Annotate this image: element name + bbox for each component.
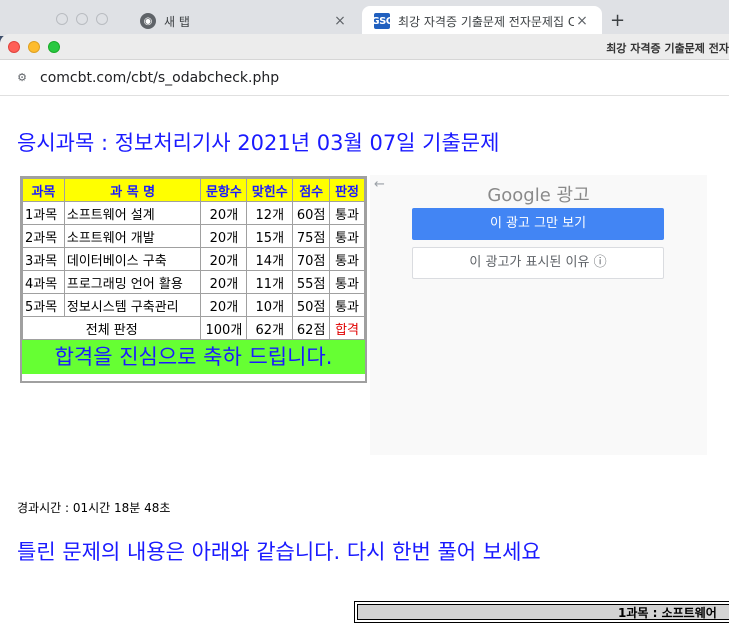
cell-subject-name: 데이터베이스 구축 (63, 247, 202, 271)
cell-score: 50점 (292, 293, 331, 317)
close-icon[interactable]: × (332, 13, 348, 29)
congrats-banner: 합격을 진심으로 축하 드립니다. (22, 340, 365, 374)
cell-questions: 20개 (200, 247, 248, 271)
new-tab-button[interactable]: + (610, 10, 625, 31)
cell-correct: 15개 (246, 224, 294, 248)
total-questions: 100개 (200, 316, 248, 340)
cell-subject-name: 프로그래밍 언어 활용 (63, 270, 202, 294)
cell-correct: 12개 (246, 201, 294, 225)
column-header: 과 목 명 (63, 178, 202, 202)
table-row: 4과목 프로그래밍 언어 활용 20개 11개 55점 통과 (22, 270, 365, 294)
cell-verdict: 통과 (329, 224, 365, 248)
table-header-row: 과목 과 목 명 문항수 맞힌수 점수 판정 (22, 178, 365, 202)
browser-window: 최강 자격증 기출문제 전자 ⚙ comcbt.com/cbt/s_odabch… (0, 34, 729, 641)
close-window-button[interactable] (8, 41, 20, 53)
cell-correct: 11개 (246, 270, 294, 294)
table-row: 2과목 소프트웨어 개발 20개 15개 75점 통과 (22, 224, 365, 248)
page-content: 응시과목 : 정보처리기사 2021년 03월 07일 기출문제 과목 과 목 … (0, 96, 729, 641)
retry-message: 틀린 문제의 내용은 아래와 같습니다. 다시 한번 풀어 보세요 (17, 540, 541, 564)
tab-strip: ◉ 새 탭 × GSC 최강 자격증 기출문제 전자문제집 C × + (0, 0, 729, 36)
subject-section-header: 1과목 : 소프트웨어 (354, 601, 729, 623)
cell-verdict: 통과 (329, 270, 365, 294)
zoom-window-button[interactable] (48, 41, 60, 53)
column-header: 과목 (22, 178, 65, 202)
cell-score: 55점 (292, 270, 331, 294)
cell-questions: 20개 (200, 224, 248, 248)
stop-seeing-ad-button[interactable]: 이 광고 그만 보기 (412, 208, 664, 240)
cell-score: 60점 (292, 201, 331, 225)
result-table-box: 과목 과 목 명 문항수 맞힌수 점수 판정 1과목 소프트웨어 설계 20개 … (20, 176, 367, 383)
cell-score: 70점 (292, 247, 331, 271)
table-row: 1과목 소프트웨어 설계 20개 12개 60점 통과 (22, 201, 365, 225)
cell-subject-name: 소프트웨어 설계 (63, 201, 202, 225)
gsc-favicon-icon: GSC (371, 13, 393, 29)
cell-subject-no: 1과목 (22, 201, 65, 225)
cell-correct: 10개 (246, 293, 294, 317)
cell-correct: 14개 (246, 247, 294, 271)
result-table: 과목 과 목 명 문항수 맞힌수 점수 판정 1과목 소프트웨어 설계 20개 … (21, 178, 365, 340)
url-text[interactable]: comcbt.com/cbt/s_odabcheck.php (40, 70, 279, 86)
tab-title: 새 탭 (164, 14, 190, 29)
total-verdict: 합격 (329, 316, 365, 340)
table-total-row: 전체 판정 100개 62개 62점 합격 (21, 316, 365, 340)
cell-subject-no: 2과목 (22, 224, 65, 248)
cell-subject-name: 정보시스템 구축관리 (63, 293, 202, 317)
cell-verdict: 통과 (329, 247, 365, 271)
cell-subject-no: 4과목 (22, 270, 65, 294)
exam-title: 응시과목 : 정보처리기사 2021년 03월 07일 기출문제 (17, 131, 500, 155)
total-correct: 62개 (246, 316, 294, 340)
cell-questions: 20개 (200, 201, 248, 225)
window-title: 최강 자격증 기출문제 전자 (606, 42, 729, 55)
cell-subject-name: 소프트웨어 개발 (63, 224, 202, 248)
cell-questions: 20개 (200, 293, 248, 317)
tab-new-tab[interactable]: ◉ 새 탭 × (128, 6, 360, 36)
cell-verdict: 통과 (329, 201, 365, 225)
total-score: 62점 (292, 316, 331, 340)
cell-subject-no: 3과목 (22, 247, 65, 271)
google-ads-label: Google 광고 (487, 185, 590, 206)
minimize-window-button[interactable] (28, 41, 40, 53)
subject-header-label: 1과목 : 소프트웨어 (357, 604, 729, 620)
site-settings-icon[interactable]: ⚙ (14, 71, 30, 85)
why-this-ad-button[interactable]: 이 광고가 표시된 이유 ⓘ (412, 247, 664, 279)
cell-subject-no: 5과목 (22, 293, 65, 317)
elapsed-time: 경과시간 : 01시간 18분 48초 (17, 501, 171, 515)
cell-score: 75점 (292, 224, 331, 248)
column-header: 점수 (292, 178, 331, 202)
cell-questions: 20개 (200, 270, 248, 294)
tab-title: 최강 자격증 기출문제 전자문제집 C (398, 14, 574, 29)
title-bar: 최강 자격증 기출문제 전자 (0, 34, 729, 60)
tab-comcbt[interactable]: GSC 최강 자격증 기출문제 전자문제집 C × (362, 6, 602, 36)
address-bar[interactable]: ⚙ comcbt.com/cbt/s_odabcheck.php (0, 60, 729, 96)
column-header: 문항수 (200, 178, 248, 202)
column-header: 판정 (329, 178, 365, 202)
column-header: 맞힌수 (246, 178, 294, 202)
ad-panel: ← Google 광고 이 광고 그만 보기 이 광고가 표시된 이유 ⓘ (370, 175, 707, 455)
inactive-window-lights (56, 13, 108, 25)
table-row: 3과목 데이터베이스 구축 20개 14개 70점 통과 (22, 247, 365, 271)
total-label: 전체 판정 (21, 316, 202, 340)
close-icon[interactable]: × (574, 13, 590, 29)
chrome-icon: ◉ (140, 13, 156, 29)
table-row: 5과목 정보시스템 구축관리 20개 10개 50점 통과 (22, 293, 365, 317)
cell-verdict: 통과 (329, 293, 365, 317)
